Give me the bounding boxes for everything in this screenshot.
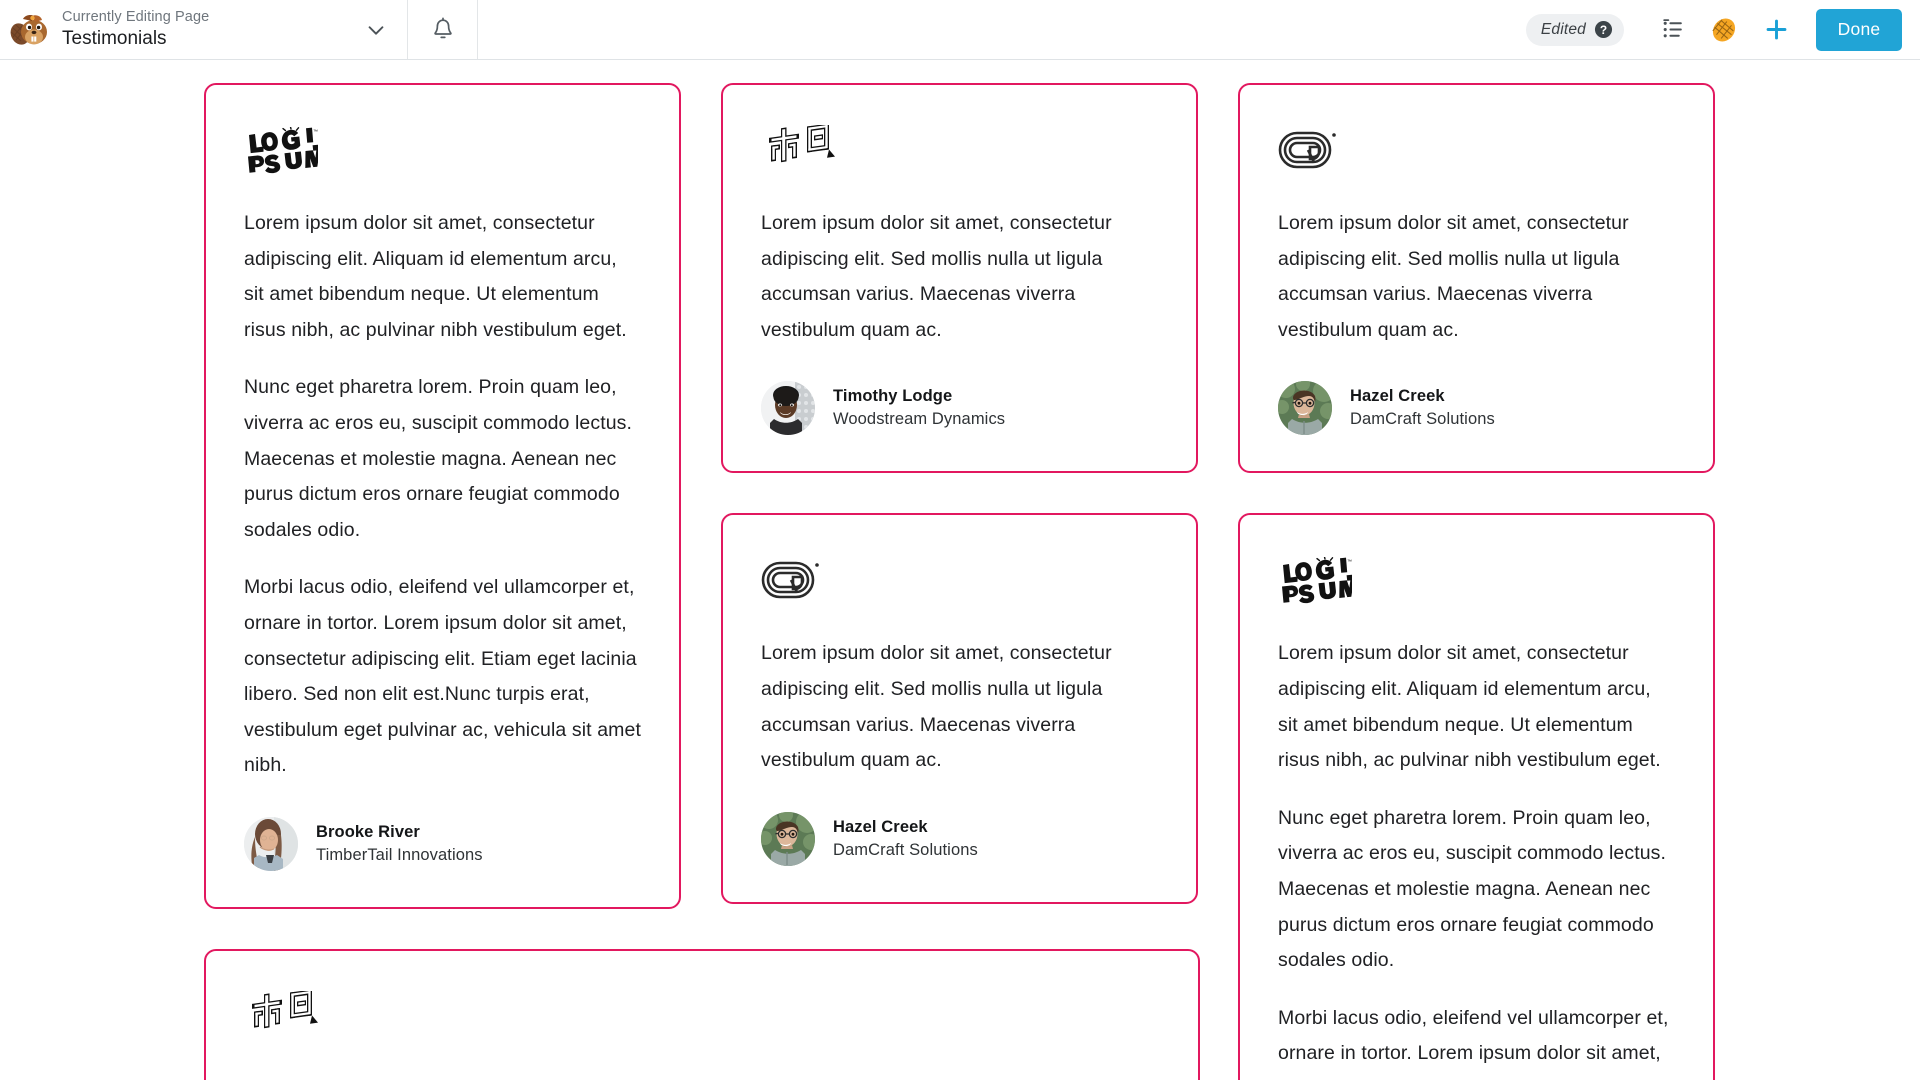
card-paragraph: Lorem ipsum dolor sit amet, consectetur … — [244, 212, 627, 341]
question-mark-circle-icon[interactable]: ? — [1594, 20, 1613, 39]
beaver-tail-icon — [1712, 17, 1736, 42]
author-name: Hazel Creek — [1350, 387, 1445, 406]
status-badge-label: Edited — [1540, 20, 1586, 38]
svg-text:?: ? — [1600, 23, 1607, 37]
list-bullets-icon — [1662, 19, 1682, 38]
bell-icon — [433, 17, 452, 38]
avatar — [244, 816, 298, 871]
avatar — [761, 381, 815, 436]
card-author: Brooke River TimberTail Innovations — [244, 816, 641, 871]
page-selector-text: Currently Editing Page Testimonials — [62, 9, 347, 50]
card-logo: ™ — [244, 126, 641, 176]
card-logo — [761, 556, 1158, 606]
card-author: Hazel Creek DamCraft Solutions — [1278, 381, 1675, 436]
logo-biaozhi-icon — [252, 990, 318, 1029]
testimonial-card[interactable]: Lorem ipsum dolor sit amet, consectetur … — [721, 513, 1198, 904]
card-body: Lorem ipsum dolor sit amet, consectetur … — [1278, 206, 1675, 348]
avatar — [761, 811, 815, 866]
testimonial-card[interactable]: ™ Lorem ipsum dolor sit amet, consectetu… — [204, 83, 681, 909]
status-badge[interactable]: Edited ? — [1525, 13, 1624, 46]
card-paragraph: Lorem ipsum dolor sit amet, consectetur … — [244, 1072, 1160, 1080]
card-paragraph: Lorem ipsum dolor sit amet, consectetur … — [1278, 212, 1629, 341]
author-company: DamCraft Solutions — [1350, 410, 1495, 429]
svg-text:™: ™ — [1347, 559, 1352, 565]
logo-ipsum-icon: ™ — [248, 127, 318, 174]
card-logo — [761, 125, 1158, 176]
card-paragraph: Morbi lacus odio, eleifend vel ullamcorp… — [244, 576, 641, 777]
testimonial-card[interactable]: Lorem ipsum dolor sit amet, consectetur … — [204, 948, 1200, 1080]
card-logo — [244, 990, 1160, 1042]
card-body: Lorem ipsum dolor sit amet, consectetur … — [761, 636, 1158, 778]
list-view-button[interactable] — [1646, 8, 1698, 52]
testimonial-card[interactable]: ™ Lorem ipsum dolor sit amet, consectetu… — [1238, 513, 1715, 1080]
grid-column-2: Lorem ipsum dolor sit amet, consectetur … — [721, 83, 1198, 904]
author-meta: Hazel Creek DamCraft Solutions — [833, 818, 978, 860]
page-canvas: ™ Lorem ipsum dolor sit amet, consectetu… — [0, 60, 1920, 1080]
page-selector[interactable]: Currently Editing Page Testimonials — [0, 0, 408, 59]
editor-actions: Edited ? Done — [1525, 0, 1920, 59]
author-meta: Hazel Creek DamCraft Solutions — [1350, 387, 1495, 429]
card-body: Lorem ipsum dolor sit amet, consectetur … — [244, 206, 641, 784]
author-name: Brooke River — [316, 822, 420, 841]
card-paragraph: Morbi lacus odio, eleifend vel ullamcorp… — [1278, 1006, 1671, 1080]
card-body: Lorem ipsum dolor sit amet, consectetur … — [1278, 636, 1675, 1080]
avatar — [1278, 381, 1332, 436]
logo-spiral-icon — [761, 562, 819, 599]
card-paragraph: Lorem ipsum dolor sit amet, consectetur … — [761, 212, 1112, 341]
card-paragraph: Lorem ipsum dolor sit amet, consectetur … — [761, 642, 1112, 772]
author-meta: Timothy Lodge Woodstream Dynamics — [833, 387, 1005, 429]
beaver-logo-icon — [10, 14, 47, 45]
beaver-tail-button[interactable] — [1698, 8, 1750, 52]
logo-biaozhi-icon — [769, 125, 835, 163]
author-name: Timothy Lodge — [833, 387, 953, 406]
logo-ipsum-icon: ™ — [1282, 557, 1352, 604]
editor-top-bar: Currently Editing Page Testimonials Edit… — [0, 0, 1920, 60]
card-paragraph: Nunc eget pharetra lorem. Proin quam leo… — [244, 376, 633, 541]
done-button[interactable]: Done — [1816, 8, 1902, 51]
card-body: Lorem ipsum dolor sit amet, consectetur … — [761, 206, 1158, 348]
testimonials-grid: ™ Lorem ipsum dolor sit amet, consectetu… — [204, 83, 1716, 1080]
card-logo: ™ — [1278, 556, 1675, 606]
author-company: Woodstream Dynamics — [833, 410, 1006, 429]
grid-column-3: Lorem ipsum dolor sit amet, consectetur … — [1238, 83, 1715, 1080]
testimonial-card[interactable]: Lorem ipsum dolor sit amet, consectetur … — [721, 83, 1198, 474]
author-company: TimberTail Innovations — [316, 845, 483, 864]
chevron-down-icon[interactable] — [359, 13, 393, 47]
notifications-button[interactable] — [408, 0, 478, 59]
author-meta: Brooke River TimberTail Innovations — [316, 823, 483, 865]
card-author: Hazel Creek DamCraft Solutions — [761, 811, 1158, 866]
card-logo — [1278, 126, 1675, 176]
add-button[interactable] — [1750, 8, 1802, 52]
card-paragraph: Lorem ipsum dolor sit amet, consectetur … — [1278, 642, 1661, 772]
page-selector-label: Currently Editing Page — [62, 9, 210, 26]
page-selector-name: Testimonials — [62, 27, 167, 49]
author-name: Hazel Creek — [833, 817, 928, 836]
testimonial-card[interactable]: Lorem ipsum dolor sit amet, consectetur … — [1238, 83, 1715, 474]
card-author: Timothy Lodge Woodstream Dynamics — [761, 381, 1158, 436]
author-company: DamCraft Solutions — [833, 840, 978, 859]
card-paragraph: Nunc eget pharetra lorem. Proin quam leo… — [1278, 806, 1667, 972]
card-body: Lorem ipsum dolor sit amet, consectetur … — [244, 1072, 1160, 1080]
logo-spiral-icon — [1278, 131, 1336, 169]
grid-column-1: ™ Lorem ipsum dolor sit amet, consectetu… — [204, 83, 1200, 1080]
svg-text:™: ™ — [313, 129, 318, 135]
plus-icon — [1766, 19, 1786, 40]
